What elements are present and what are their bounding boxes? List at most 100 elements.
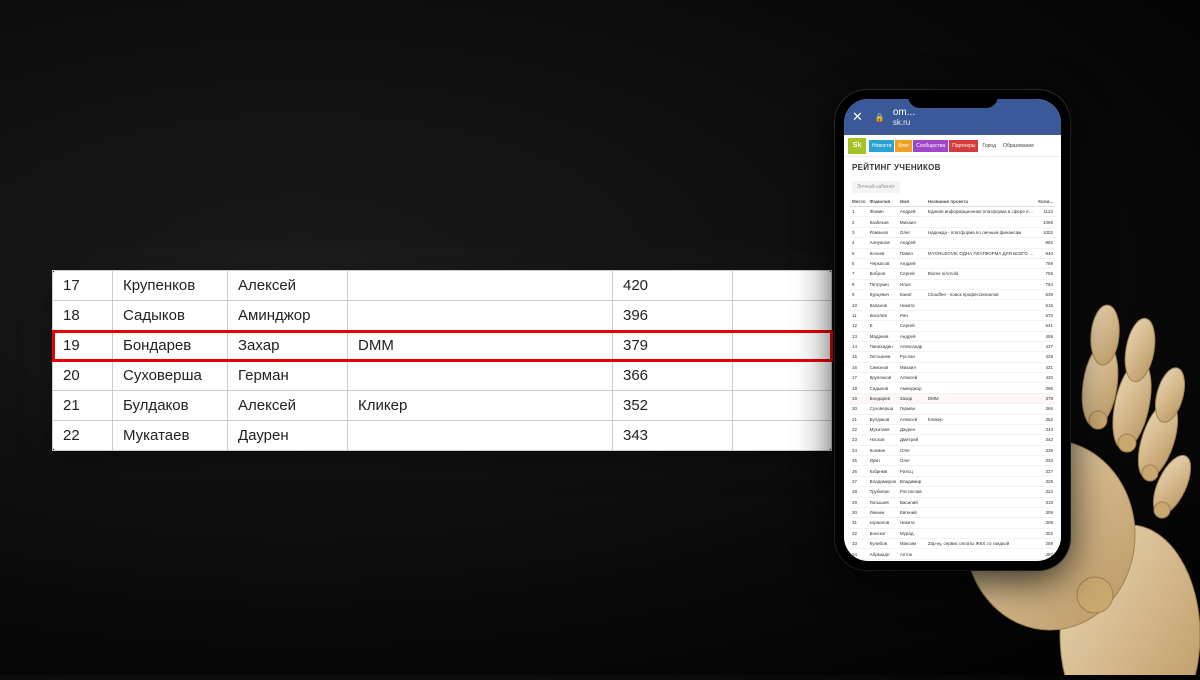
nav-tab-city[interactable]: Город — [979, 140, 999, 152]
col-score: Коли... — [1036, 197, 1055, 207]
table-row: 22МукатаевДаурен343 — [53, 421, 832, 451]
cell-empty — [733, 391, 832, 421]
table-row[interactable]: 24КолминОлег339 — [850, 445, 1055, 455]
cell-score: 309 — [1036, 507, 1055, 517]
cell-rank: 12 — [850, 321, 868, 331]
cell-lastname: Булдаков — [868, 414, 898, 424]
table-row[interactable]: 17КрупенковАлексей420 — [850, 373, 1055, 383]
table-row[interactable]: 29ЛатышевВасилий319 — [850, 497, 1055, 507]
cell-firstname: Алексей — [228, 271, 348, 301]
table-row[interactable]: 12ЕСергей541 — [850, 321, 1055, 331]
cell-project: DMM — [348, 331, 613, 361]
cell-empty — [733, 421, 832, 451]
cell-firstname: Антон — [898, 549, 926, 559]
cell-firstname: Дмитрий — [898, 435, 926, 445]
cell-firstname: Алексей — [898, 373, 926, 383]
cell-lastname: Трубилин — [868, 487, 898, 497]
cell-lastname: Абрмшдн — [868, 549, 898, 559]
cell-project — [926, 331, 1036, 341]
cell-rank: 19 — [53, 331, 113, 361]
phone-rating-table[interactable]: Место Фамилия Имя Название проекта Коли.… — [844, 197, 1061, 560]
cell-lastname: Садыков — [868, 383, 898, 393]
url-block[interactable]: om... sk.ru — [893, 107, 1053, 127]
cell-rank: 21 — [850, 414, 868, 424]
cell-project — [926, 549, 1036, 559]
lock-icon: 🔒 — [875, 113, 885, 122]
cell-project — [926, 507, 1036, 517]
cell-score: 840 — [1036, 248, 1055, 258]
table-row[interactable]: 11КиселевРин570 — [850, 310, 1055, 320]
table-row[interactable]: 3РомановОлегНадежда - платформа по личны… — [850, 227, 1055, 237]
table-row[interactable]: 23НосковДмитрий342 — [850, 435, 1055, 445]
table-row[interactable]: 7БобровСергейBiome s/Arnold755 — [850, 269, 1055, 279]
cell-score: 420 — [1036, 373, 1055, 383]
cell-lastname: Алиуанов — [868, 238, 898, 248]
site-nav-tabs[interactable]: Sk Новости Блог Сообщества Партнеры Горо… — [844, 135, 1061, 157]
cell-firstname: Евгений — [898, 507, 926, 517]
table-row[interactable]: 28ТрубилинРостислав322 — [850, 487, 1055, 497]
table-row[interactable]: 20СуховершаГерман366 — [850, 404, 1055, 414]
close-icon[interactable]: ✕ — [852, 109, 863, 125]
cell-project — [926, 258, 1036, 268]
cell-lastname: Бобров — [868, 269, 898, 279]
table-row[interactable]: 31корниловНикита308 — [850, 518, 1055, 528]
cell-firstname: Максим — [898, 539, 926, 549]
table-row[interactable]: 6ЧеркасовАндрей769 — [850, 258, 1055, 268]
phone-notch — [908, 90, 998, 108]
table-row[interactable]: 2КазбековМихаил1068 — [850, 217, 1055, 227]
table-row[interactable]: 25ИркнОлег333 — [850, 456, 1055, 466]
table-row[interactable]: 15ЛетошневРуслан429 — [850, 352, 1055, 362]
col-lastname: Фамилия — [868, 197, 898, 207]
cell-lastname: Фомин — [868, 207, 898, 217]
sk-logo[interactable]: Sk — [848, 138, 866, 154]
cell-firstname: Канат — [898, 290, 926, 300]
table-row[interactable]: 8ПетрукинИлья754 — [850, 279, 1055, 289]
cell-project: Надежда - платформа по личным финансам — [926, 227, 1036, 237]
cell-firstname: Сергей — [898, 321, 926, 331]
nav-tab-news[interactable]: Новости — [869, 140, 894, 152]
table-row[interactable]: 22МукатаевДаурен343 — [850, 424, 1055, 434]
cell-score: 1122 — [1036, 207, 1055, 217]
cell-lastname: Мукатаев — [113, 421, 228, 451]
table-row[interactable]: 19БондаревЗахарDMM379 — [850, 393, 1055, 403]
rating-table: 17КрупенковАлексей42018СадыковАминджор39… — [52, 270, 832, 451]
cell-project: MYGRUZOVIK ОДНА ПЛАТФОРМА ДЛЯ ВСЕГО ГРУЗ… — [926, 248, 1036, 258]
cell-firstname: Михаил — [898, 217, 926, 227]
table-row[interactable]: 27ВладимировВладимир325 — [850, 476, 1055, 486]
table-row[interactable]: 4АлиуановАндрей882 — [850, 238, 1055, 248]
cell-rank: 25 — [850, 456, 868, 466]
table-row[interactable]: 26КзбрнмвРилсц327 — [850, 466, 1055, 476]
table-row[interactable]: 34АбрмшднАнтон287 — [850, 549, 1055, 559]
nav-tab-education[interactable]: Образование — [1000, 140, 1037, 152]
cell-firstname: Алексей — [228, 391, 348, 421]
cell-project — [926, 279, 1036, 289]
table-row: 18СадыковАминджор396 — [53, 301, 832, 331]
personal-cabinet-button[interactable]: Личный кабинет — [852, 181, 900, 193]
table-row[interactable]: 18СадыковАминджор396 — [850, 383, 1055, 393]
table-row[interactable]: 14ПанихидинАлександр437 — [850, 341, 1055, 351]
table-row[interactable]: 10КапановНикита615 — [850, 300, 1055, 310]
table-row[interactable]: 13МадреевАндрей459 — [850, 331, 1055, 341]
table-row[interactable]: 16СимоновМихаил421 — [850, 362, 1055, 372]
cell-score: 319 — [1036, 497, 1055, 507]
nav-tab-community[interactable]: Сообщества — [913, 140, 948, 152]
nav-tab-blog[interactable]: Блог — [895, 140, 912, 152]
cell-project — [348, 421, 613, 451]
table-row[interactable]: 9КурцевичКанатCloudfee - поиск профессио… — [850, 290, 1055, 300]
cell-firstname: Олег — [898, 445, 926, 455]
table-row[interactable]: 30ЛинникЕвгений309 — [850, 507, 1055, 517]
table-row[interactable]: 21БулдаковАлексейКликер352 — [850, 414, 1055, 424]
table-row[interactable]: 32БонскогМурад302 — [850, 528, 1055, 538]
nav-tab-partners[interactable]: Партнеры — [949, 140, 978, 152]
table-row[interactable]: 5КочневПавелMYGRUZOVIK ОДНА ПЛАТФОРМА ДЛ… — [850, 248, 1055, 258]
cell-empty — [733, 361, 832, 391]
cell-firstname: Илья — [898, 279, 926, 289]
table-row[interactable]: 33КулибовМаксимZap-ку, сервис оплаты ЖКХ… — [850, 539, 1055, 549]
cell-rank: 6 — [850, 258, 868, 268]
cell-lastname: Симонов — [868, 362, 898, 372]
cell-score: 1002 — [1036, 227, 1055, 237]
table-row[interactable]: 1ФоминАндрейЕдиная информационная платфо… — [850, 207, 1055, 217]
page-title: РЕЙТИНГ УЧЕНИКОВ — [844, 157, 1061, 175]
cell-project: Кликер — [348, 391, 613, 421]
cell-rank: 1 — [850, 207, 868, 217]
